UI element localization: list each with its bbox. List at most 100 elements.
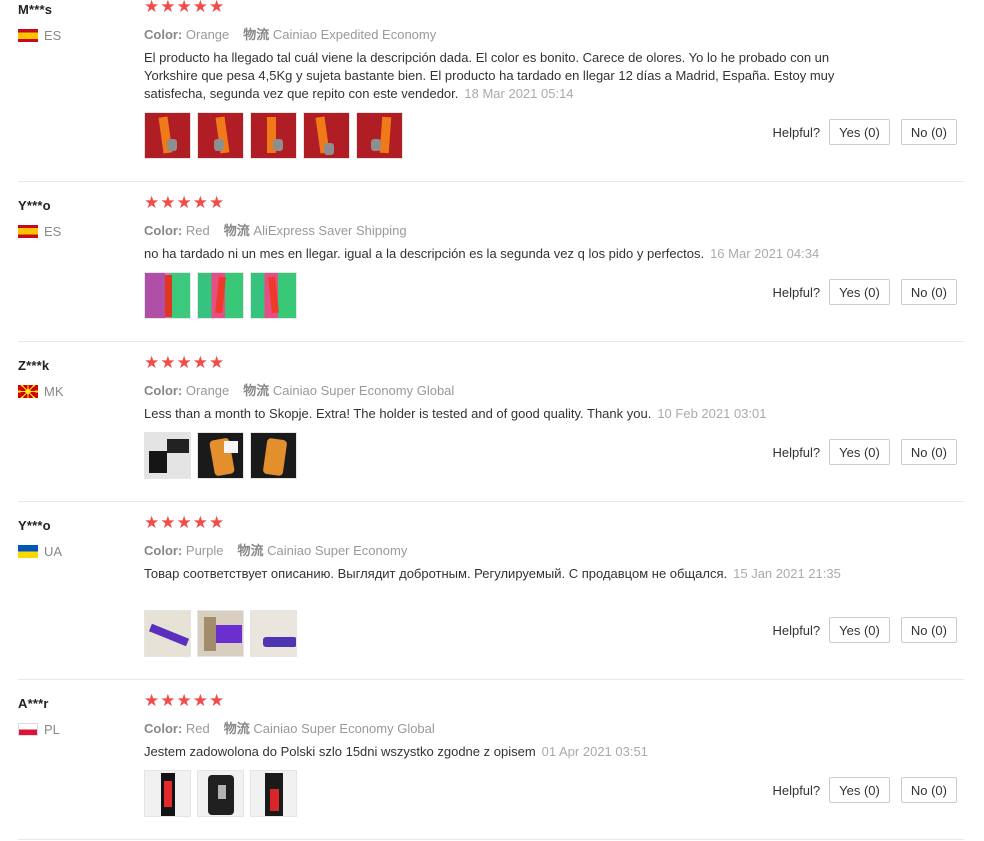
star-icon: ★ (144, 193, 161, 213)
review-divider (18, 181, 964, 182)
order-info: Color: Red 物流 AliExpress Saver Shipping (144, 220, 407, 239)
helpful-yes-button[interactable]: Yes (0) (829, 119, 890, 145)
shipping-label: 物流 (237, 543, 264, 558)
color-label: Color: (144, 27, 183, 42)
es-flag-icon (18, 225, 38, 238)
review-photo[interactable] (303, 112, 350, 159)
country-code: PL (44, 722, 60, 737)
helpful-yes-button[interactable]: Yes (0) (829, 777, 890, 803)
star-icon: ★ (160, 0, 177, 17)
helpful-label: Helpful? (772, 782, 821, 798)
order-info: Color: Red 物流 Cainiao Super Economy Globa… (144, 718, 435, 737)
review-photo[interactable] (197, 432, 244, 479)
color-label: Color: (144, 721, 183, 736)
review-photo[interactable] (250, 610, 297, 657)
review-photo[interactable] (197, 272, 244, 319)
country-code: ES (44, 224, 62, 239)
helpful-label: Helpful? (772, 284, 821, 300)
shipping-label: 物流 (223, 223, 250, 238)
review-date: 15 Jan 2021 21:35 (733, 566, 841, 581)
helpful-no-button[interactable]: No (0) (900, 279, 957, 305)
star-icon: ★ (160, 513, 177, 533)
star-icon: ★ (209, 353, 226, 373)
order-info: Color: Orange 物流 Cainiao Expedited Econom… (144, 24, 436, 43)
shipping-method: Cainiao Super Economy Global (253, 721, 435, 736)
review-photo[interactable] (197, 770, 244, 817)
star-icon: ★ (192, 513, 209, 533)
star-rating: ★★★★★ (144, 691, 225, 711)
color-value: Red (185, 721, 210, 736)
color-label: Color: (144, 383, 183, 398)
review-photo[interactable] (250, 272, 297, 319)
helpful-label: Helpful? (772, 124, 821, 140)
buyer-name: M***s (18, 2, 53, 17)
review-photo[interactable] (356, 112, 403, 159)
helpful-vote: Helpful? Yes (0) No (0) (772, 617, 957, 643)
review-photo[interactable] (144, 432, 191, 479)
review-photo[interactable] (197, 610, 244, 657)
es-flag-icon (18, 29, 38, 42)
buyer-country: MK (18, 384, 64, 399)
star-icon: ★ (209, 513, 226, 533)
buyer-country: ES (18, 224, 61, 239)
review-photos (144, 272, 297, 319)
review-body: Товар соответствует описанию. Выглядит д… (144, 566, 728, 581)
review-photo[interactable] (250, 770, 297, 817)
buyer-name: Z***k (18, 358, 50, 373)
country-code: UA (44, 544, 63, 559)
buyer-name: Y***o (18, 518, 51, 533)
review-date: 16 Mar 2021 04:34 (710, 246, 820, 261)
review-date: 01 Apr 2021 03:51 (541, 744, 648, 759)
review-photo[interactable] (250, 112, 297, 159)
review-date: 10 Feb 2021 03:01 (657, 406, 767, 421)
shipping-method: Cainiao Super Economy (267, 543, 408, 558)
pl-flag-icon (18, 723, 38, 736)
review-photo[interactable] (144, 112, 191, 159)
color-value: Orange (185, 383, 230, 398)
review-body: Less than a month to Skopje. Extra! The … (144, 406, 652, 421)
buyer-country: PL (18, 722, 60, 737)
review-text: no ha tardado ni un mes en llegar. igual… (144, 245, 854, 263)
review-photo[interactable] (250, 432, 297, 479)
review-body: Jestem zadowolona do Polski szlo 15dni w… (144, 744, 536, 759)
shipping-method: Cainiao Super Economy Global (272, 383, 455, 398)
review-photo[interactable] (144, 272, 191, 319)
star-icon: ★ (144, 513, 161, 533)
buyer-name: A***r (18, 696, 49, 711)
review-photos (144, 112, 403, 159)
star-icon: ★ (144, 691, 161, 711)
review-text: Товар соответствует описанию. Выглядит д… (144, 565, 844, 583)
shipping-method: AliExpress Saver Shipping (253, 223, 407, 238)
helpful-no-button[interactable]: No (0) (900, 439, 957, 465)
review-photo[interactable] (144, 610, 191, 657)
helpful-yes-button[interactable]: Yes (0) (829, 617, 890, 643)
helpful-no-button[interactable]: No (0) (900, 617, 957, 643)
review-item: M***s ES ★★★★★ Color: Orange 物流 Cainiao E… (0, 0, 964, 182)
helpful-yes-button[interactable]: Yes (0) (829, 439, 890, 465)
mk-flag-icon (18, 385, 38, 398)
order-info: Color: Purple 物流 Cainiao Super Economy (144, 540, 407, 559)
helpful-yes-button[interactable]: Yes (0) (829, 279, 890, 305)
review-item: Y***o UA ★★★★★ Color: Purple 物流 Cainiao S… (0, 513, 964, 680)
buyer-country: UA (18, 544, 62, 559)
helpful-vote: Helpful? Yes (0) No (0) (772, 119, 957, 145)
helpful-no-button[interactable]: No (0) (900, 777, 957, 803)
star-rating: ★★★★★ (144, 0, 225, 17)
review-photo[interactable] (197, 112, 244, 159)
star-icon: ★ (176, 353, 193, 373)
color-value: Orange (185, 27, 230, 42)
star-icon: ★ (176, 193, 193, 213)
helpful-label: Helpful? (772, 444, 821, 460)
review-divider (18, 839, 964, 840)
review-photos (144, 770, 297, 817)
helpful-vote: Helpful? Yes (0) No (0) (772, 777, 957, 803)
star-rating: ★★★★★ (144, 353, 225, 373)
star-icon: ★ (160, 193, 177, 213)
country-code: ES (44, 28, 62, 43)
star-icon: ★ (160, 691, 177, 711)
buyer-country: ES (18, 28, 61, 43)
helpful-no-button[interactable]: No (0) (900, 119, 957, 145)
color-value: Purple (185, 543, 224, 558)
review-photo[interactable] (144, 770, 191, 817)
color-label: Color: (144, 223, 183, 238)
